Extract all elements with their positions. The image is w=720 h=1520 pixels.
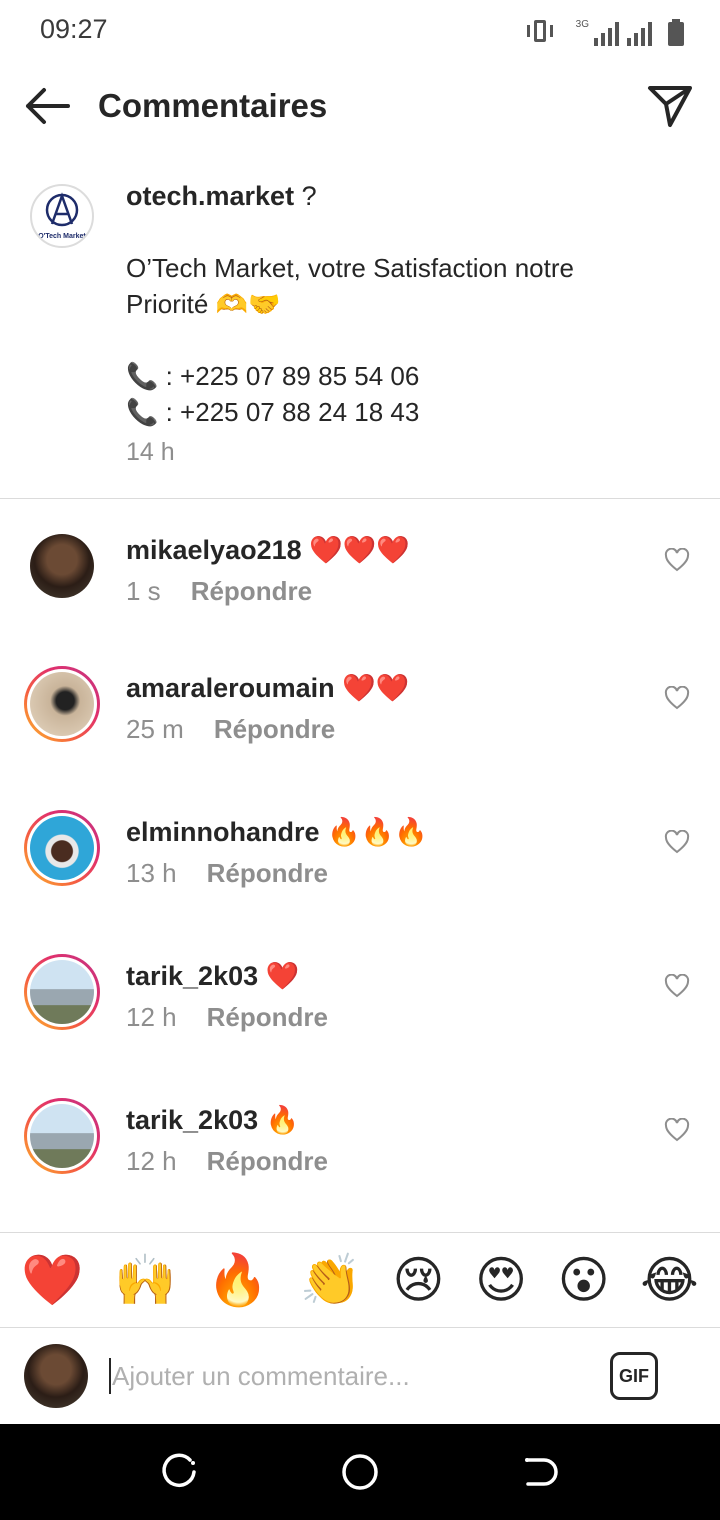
comment-text: ❤️ bbox=[265, 961, 300, 991]
caption-time: 14 h bbox=[126, 438, 175, 466]
comment-row: tarik_2k03 🔥 12 h Répondre bbox=[0, 1098, 720, 1208]
text-caret bbox=[109, 1358, 111, 1394]
emoji-clap-button[interactable]: 👏 bbox=[300, 1250, 362, 1310]
comment-input[interactable] bbox=[112, 1356, 572, 1396]
comment-avatar[interactable] bbox=[24, 810, 100, 886]
comment-row: elminnohandre 🔥🔥🔥 13 h Répondre bbox=[0, 810, 720, 920]
comment-username[interactable]: tarik_2k03 bbox=[126, 961, 258, 991]
comment-avatar[interactable] bbox=[24, 1098, 100, 1174]
comment-text: ❤️❤️❤️ bbox=[309, 535, 411, 565]
emoji-surprised-button[interactable]: 😮 bbox=[558, 1250, 610, 1310]
heart-outline-icon[interactable] bbox=[664, 548, 690, 572]
heart-outline-icon[interactable] bbox=[664, 830, 690, 854]
comment-row: tarik_2k03 ❤️ 12 h Répondre bbox=[0, 954, 720, 1064]
otech-logo: O'Tech Market bbox=[38, 192, 86, 240]
back-button[interactable] bbox=[22, 84, 74, 128]
status-time: 09:27 bbox=[40, 14, 108, 44]
battery-icon bbox=[668, 19, 684, 46]
comment-time: 13 h bbox=[126, 858, 177, 888]
arrow-left-icon bbox=[26, 88, 70, 124]
heart-outline-icon[interactable] bbox=[664, 1118, 690, 1142]
reply-button[interactable]: Répondre bbox=[207, 858, 328, 888]
caption-line-1: O’Tech Market, votre Satisfaction notre bbox=[126, 253, 574, 283]
gif-button[interactable]: GIF bbox=[610, 1352, 658, 1400]
status-bar: 09:27 3G bbox=[0, 0, 720, 60]
emoji-fire-button[interactable]: 🔥 bbox=[207, 1250, 269, 1310]
comment-text: 🔥🔥🔥 bbox=[327, 817, 428, 847]
comment-avatar[interactable] bbox=[24, 666, 100, 742]
heart-outline-icon[interactable] bbox=[664, 974, 690, 998]
caption-body: otech.market ? O’Tech Market, votre Sati… bbox=[126, 180, 686, 467]
comment-text: ❤️❤️ bbox=[342, 673, 410, 703]
navigation-bar bbox=[0, 1424, 720, 1520]
comment-time: 12 h bbox=[126, 1146, 177, 1176]
home-circle-icon[interactable] bbox=[340, 1452, 380, 1492]
caption-avatar[interactable]: O'Tech Market bbox=[30, 184, 94, 248]
comment-time: 1 s bbox=[126, 576, 161, 606]
comment-avatar[interactable] bbox=[24, 954, 100, 1030]
recents-icon[interactable] bbox=[160, 1452, 200, 1492]
comment-text: 🔥 bbox=[265, 1105, 300, 1135]
emoji-laughing-button[interactable]: 😂 bbox=[640, 1250, 698, 1310]
page-title: Commentaires bbox=[98, 87, 328, 124]
svg-text:O'Tech Market: O'Tech Market bbox=[38, 233, 86, 240]
comment-input-row: GIF bbox=[0, 1328, 720, 1424]
emoji-raised-hands-button[interactable]: 🙌 bbox=[114, 1250, 176, 1310]
caption-text: O’Tech Market, votre Satisfaction notre … bbox=[126, 250, 686, 322]
comment-username[interactable]: amaraleroumain bbox=[126, 673, 335, 703]
caption-phone-1: 📞 : +225 07 89 85 54 06 bbox=[126, 361, 420, 391]
comment-row: mikaelyao218 ❤️❤️❤️ 1 s Répondre bbox=[0, 528, 720, 638]
heart-outline-icon[interactable] bbox=[664, 686, 690, 710]
reply-button[interactable]: Répondre bbox=[207, 1146, 328, 1176]
comment-username[interactable]: mikaelyao218 bbox=[126, 535, 302, 565]
comment-username[interactable]: tarik_2k03 bbox=[126, 1105, 258, 1135]
network-type: 3G bbox=[575, 19, 589, 30]
comment-username[interactable]: elminnohandre bbox=[126, 817, 320, 847]
divider bbox=[0, 498, 720, 499]
back-nav-icon[interactable] bbox=[520, 1452, 560, 1492]
caption-username[interactable]: otech.market bbox=[126, 181, 294, 211]
caption-phone-2: 📞 : +225 07 88 24 18 43 bbox=[126, 397, 420, 427]
caption-username-row: otech.market ? bbox=[126, 180, 686, 212]
vibrate-icon bbox=[526, 18, 554, 46]
comment-avatar[interactable] bbox=[24, 528, 100, 604]
reply-button[interactable]: Répondre bbox=[191, 576, 312, 606]
signal-icon: 3G bbox=[576, 20, 619, 46]
quick-emoji-bar: ❤️ 🙌 🔥 👏 😢 😍 😮 😂 bbox=[0, 1232, 720, 1328]
header: Commentaires bbox=[0, 60, 720, 152]
share-button[interactable] bbox=[646, 82, 694, 130]
status-icons: 3G bbox=[526, 14, 684, 46]
emoji-heart-button[interactable]: ❤️ bbox=[21, 1250, 83, 1310]
comment-time: 25 m bbox=[126, 714, 184, 744]
comment-row: amaraleroumain ❤️❤️ 25 m Répondre bbox=[0, 666, 720, 776]
comment-time: 12 h bbox=[126, 1002, 177, 1032]
caption-username-suffix: ? bbox=[294, 181, 317, 211]
caption-phones: 📞 : +225 07 89 85 54 06 📞 : +225 07 88 2… bbox=[126, 358, 686, 430]
reply-button[interactable]: Répondre bbox=[214, 714, 335, 744]
emoji-heart-eyes-button[interactable]: 😍 bbox=[475, 1250, 527, 1310]
caption-line-2: Priorité 🫶🤝 bbox=[126, 289, 281, 319]
emoji-crying-button[interactable]: 😢 bbox=[392, 1250, 444, 1310]
reply-button[interactable]: Répondre bbox=[207, 1002, 328, 1032]
current-user-avatar bbox=[24, 1344, 88, 1408]
paper-plane-icon bbox=[648, 86, 692, 127]
signal-2-icon bbox=[627, 20, 652, 46]
